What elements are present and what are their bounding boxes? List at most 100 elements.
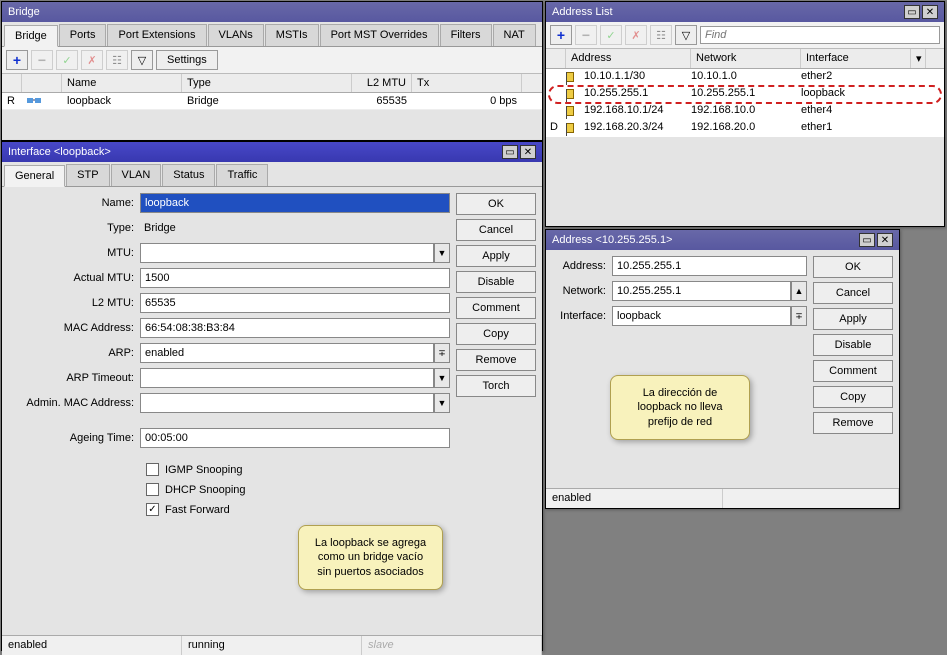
- tab-bridge[interactable]: Bridge: [4, 25, 58, 47]
- col-address[interactable]: Address: [566, 49, 691, 68]
- mtu-arrow-icon[interactable]: ▼: [434, 243, 450, 263]
- actual-mtu-field: [140, 268, 450, 288]
- disable-button[interactable]: ✗: [625, 25, 647, 45]
- arp-timeout-arrow-icon[interactable]: ▼: [434, 368, 450, 388]
- tab-stp[interactable]: STP: [66, 164, 109, 186]
- status-running: running: [182, 636, 362, 655]
- network-arrow-icon[interactable]: ▲: [791, 281, 807, 301]
- add-button[interactable]: +: [550, 25, 572, 45]
- tab-nat[interactable]: NAT: [493, 24, 536, 46]
- close-icon[interactable]: ✕: [922, 5, 938, 19]
- address-form: Address: Network:▲ Interface:∓: [552, 256, 807, 482]
- tab-port-mst-overrides[interactable]: Port MST Overrides: [320, 24, 439, 46]
- fast-forward-checkbox[interactable]: ✓: [146, 503, 159, 516]
- table-row[interactable]: D 192.168.20.3/24 192.168.20.0 ether1: [546, 120, 944, 137]
- ageing-time-field[interactable]: [140, 428, 450, 448]
- admin-mac-field[interactable]: [140, 393, 434, 413]
- apply-button[interactable]: Apply: [456, 245, 536, 267]
- comment-button[interactable]: ☷: [650, 25, 672, 45]
- tab-mstis[interactable]: MSTIs: [265, 24, 319, 46]
- dhcp-checkbox[interactable]: [146, 483, 159, 496]
- minimize-icon[interactable]: ▭: [904, 5, 920, 19]
- col-name[interactable]: Name: [62, 74, 182, 92]
- tab-port-extensions[interactable]: Port Extensions: [107, 24, 206, 46]
- remove-button[interactable]: Remove: [456, 349, 536, 371]
- interface-tabs: General STP VLAN Status Traffic: [2, 162, 542, 187]
- arp-dropdown-icon[interactable]: ∓: [434, 343, 450, 363]
- minimize-icon[interactable]: ▭: [502, 145, 518, 159]
- col-network[interactable]: Network: [691, 49, 801, 68]
- bridge-window: Bridge Bridge Ports Port Extensions VLAN…: [1, 1, 543, 141]
- remove-button[interactable]: −: [31, 50, 53, 70]
- col-tx[interactable]: Tx: [412, 74, 522, 92]
- tab-status[interactable]: Status: [162, 164, 215, 186]
- enable-button[interactable]: ✓: [600, 25, 622, 45]
- tab-traffic[interactable]: Traffic: [216, 164, 268, 186]
- interface-dropdown-icon[interactable]: ∓: [791, 306, 807, 326]
- comment-button[interactable]: ☷: [106, 50, 128, 70]
- close-icon[interactable]: ✕: [520, 145, 536, 159]
- network-field[interactable]: [612, 281, 791, 301]
- address-icon: [566, 121, 584, 136]
- table-row[interactable]: 10.10.1.1/30 10.10.1.0 ether2: [546, 69, 944, 86]
- cancel-button[interactable]: Cancel: [456, 219, 536, 241]
- mac-field: [140, 318, 450, 338]
- arp-field[interactable]: [140, 343, 434, 363]
- filter-button[interactable]: ▽: [675, 25, 697, 45]
- address-field[interactable]: [612, 256, 807, 276]
- tab-ports[interactable]: Ports: [59, 24, 107, 46]
- settings-button[interactable]: Settings: [156, 50, 218, 70]
- address-list-toolbar: + − ✓ ✗ ☷ ▽: [546, 22, 944, 49]
- table-row[interactable]: R loopback Bridge 65535 0 bps: [2, 93, 542, 110]
- comment-button[interactable]: Comment: [813, 360, 893, 382]
- address-statusbar: enabled: [546, 488, 899, 508]
- bridge-grid-header: Name Type L2 MTU Tx: [2, 74, 542, 93]
- add-button[interactable]: +: [6, 50, 28, 70]
- copy-button[interactable]: Copy: [456, 323, 536, 345]
- arp-timeout-field[interactable]: [140, 368, 434, 388]
- torch-button[interactable]: Torch: [456, 375, 536, 397]
- disable-button[interactable]: ✗: [81, 50, 103, 70]
- close-icon[interactable]: ✕: [877, 233, 893, 247]
- comment-button[interactable]: Comment: [456, 297, 536, 319]
- col-type[interactable]: Type: [182, 74, 352, 92]
- interface-buttons: OK Cancel Apply Disable Comment Copy Rem…: [456, 193, 536, 629]
- copy-button[interactable]: Copy: [813, 386, 893, 408]
- address-titlebar[interactable]: Address <10.255.255.1> ▭ ✕: [546, 230, 899, 250]
- col-flag[interactable]: [22, 74, 62, 92]
- mtu-field[interactable]: [140, 243, 434, 263]
- interface-titlebar[interactable]: Interface <loopback> ▭ ✕: [2, 142, 542, 162]
- bridge-title: Bridge: [8, 6, 536, 18]
- table-row[interactable]: 192.168.10.1/24 192.168.10.0 ether4: [546, 103, 944, 120]
- ok-button[interactable]: OK: [456, 193, 536, 215]
- tab-filters[interactable]: Filters: [440, 24, 492, 46]
- admin-mac-arrow-icon[interactable]: ▼: [434, 393, 450, 413]
- tab-general[interactable]: General: [4, 165, 65, 187]
- disable-button[interactable]: Disable: [456, 271, 536, 293]
- apply-button[interactable]: Apply: [813, 308, 893, 330]
- bridge-tabs: Bridge Ports Port Extensions VLANs MSTIs…: [2, 22, 542, 47]
- callout-bridge: La loopback se agrega como un bridge vac…: [298, 525, 443, 590]
- tab-vlans[interactable]: VLANs: [208, 24, 264, 46]
- tab-vlan[interactable]: VLAN: [111, 164, 162, 186]
- cancel-button[interactable]: Cancel: [813, 282, 893, 304]
- find-input[interactable]: [700, 26, 940, 44]
- bridge-titlebar[interactable]: Bridge: [2, 2, 542, 22]
- ok-button[interactable]: OK: [813, 256, 893, 278]
- columns-dropdown-icon[interactable]: ▾: [911, 49, 926, 68]
- igmp-checkbox[interactable]: [146, 463, 159, 476]
- remove-button[interactable]: −: [575, 25, 597, 45]
- table-row[interactable]: 10.255.255.1 10.255.255.1 loopback: [546, 86, 944, 103]
- address-icon: [566, 70, 584, 85]
- address-list-titlebar[interactable]: Address List ▭ ✕: [546, 2, 944, 22]
- name-field[interactable]: [140, 193, 450, 213]
- col-l2mtu[interactable]: L2 MTU: [352, 74, 412, 92]
- status-enabled: enabled: [2, 636, 182, 655]
- minimize-icon[interactable]: ▭: [859, 233, 875, 247]
- disable-button[interactable]: Disable: [813, 334, 893, 356]
- filter-button[interactable]: ▽: [131, 50, 153, 70]
- col-interface[interactable]: Interface: [801, 49, 911, 68]
- interface-field[interactable]: [612, 306, 791, 326]
- enable-button[interactable]: ✓: [56, 50, 78, 70]
- remove-button[interactable]: Remove: [813, 412, 893, 434]
